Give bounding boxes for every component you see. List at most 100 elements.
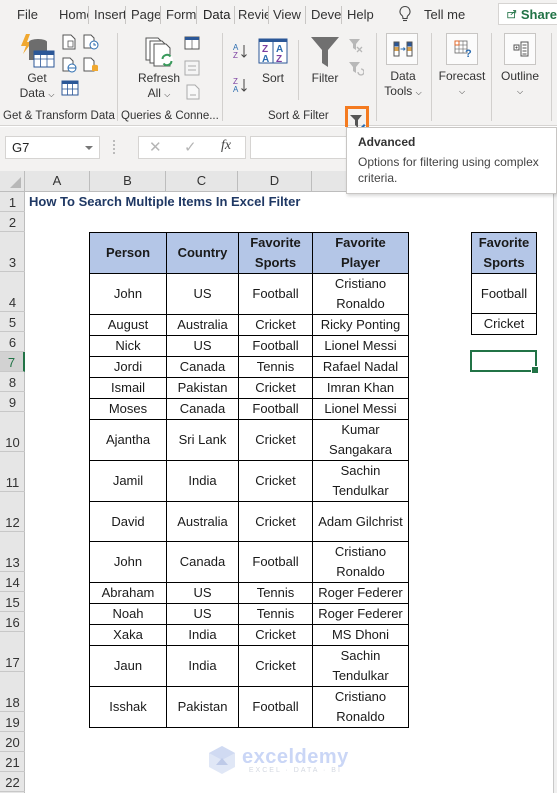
row-header-3[interactable]: 3 bbox=[0, 232, 25, 272]
cell-person[interactable]: Abraham bbox=[89, 582, 167, 604]
cell-favorite-sports[interactable]: Football bbox=[238, 541, 313, 583]
row-header-15[interactable]: 15 bbox=[0, 592, 25, 612]
tab-home[interactable]: Home bbox=[59, 6, 89, 24]
cell-favorite-player[interactable]: Cristiano Ronaldo bbox=[312, 686, 409, 728]
cell-country[interactable]: Sri Lank bbox=[166, 419, 239, 461]
cell-person[interactable]: Ajantha bbox=[89, 419, 167, 461]
cell-person[interactable]: Jaun bbox=[89, 645, 167, 687]
cell-country[interactable]: Pakistan bbox=[166, 377, 239, 399]
enter-icon[interactable]: ✓ bbox=[184, 138, 197, 156]
cell-country[interactable]: US bbox=[166, 335, 239, 357]
row-header-13[interactable]: 13 bbox=[0, 532, 25, 572]
row-header-18[interactable]: 18 bbox=[0, 672, 25, 712]
cell-person[interactable]: John bbox=[89, 541, 167, 583]
cell-favorite-player[interactable]: Cristiano Ronaldo bbox=[312, 273, 409, 315]
cell-favorite-player[interactable]: Roger Federer bbox=[312, 582, 409, 604]
from-table-icon[interactable] bbox=[61, 80, 79, 96]
chevron-down-icon[interactable] bbox=[85, 146, 93, 150]
existing-connections-icon[interactable] bbox=[83, 57, 99, 73]
cell-country[interactable]: Canada bbox=[166, 398, 239, 420]
cell-favorite-player[interactable]: Rafael Nadal bbox=[312, 356, 409, 378]
tab-developer[interactable]: Developer bbox=[311, 6, 342, 24]
cell-favorite-player[interactable]: Adam Gilchrist bbox=[312, 501, 409, 542]
name-box[interactable]: G7 bbox=[5, 136, 100, 159]
header-country[interactable]: Country bbox=[166, 232, 239, 274]
row-header-17[interactable]: 17 bbox=[0, 632, 25, 672]
row-header-8[interactable]: 8 bbox=[0, 372, 25, 392]
tab-review[interactable]: Review bbox=[238, 6, 269, 24]
cell-country[interactable]: Canada bbox=[166, 541, 239, 583]
column-header-d[interactable]: D bbox=[238, 171, 312, 191]
cell-favorite-sports[interactable]: Cricket bbox=[238, 624, 313, 646]
tab-page-layout[interactable]: Page Layout bbox=[131, 6, 161, 24]
tab-data[interactable]: Data bbox=[203, 6, 235, 24]
cell-country[interactable]: Pakistan bbox=[166, 686, 239, 728]
cell-person[interactable]: Jamil bbox=[89, 460, 167, 502]
cell-favorite-sports[interactable]: Cricket bbox=[238, 645, 313, 687]
row-header-9[interactable]: 9 bbox=[0, 392, 25, 412]
header-favorite-sports[interactable]: Favorite Sports bbox=[238, 232, 313, 274]
row-header-1[interactable]: 1 bbox=[0, 192, 25, 212]
share-button[interactable]: Share bbox=[498, 3, 557, 25]
tab-help[interactable]: Help bbox=[347, 6, 377, 24]
row-header-19[interactable]: 19 bbox=[0, 712, 25, 732]
column-header-e[interactable] bbox=[312, 171, 348, 191]
cell-country[interactable]: Australia bbox=[166, 501, 239, 542]
row-header-20[interactable]: 20 bbox=[0, 732, 25, 752]
edit-links-icon[interactable] bbox=[186, 84, 200, 100]
cell-favorite-sports[interactable]: Tennis bbox=[238, 603, 313, 625]
cell-favorite-sports[interactable]: Cricket bbox=[238, 377, 313, 399]
tab-formulas[interactable]: Formulas bbox=[166, 6, 197, 24]
cell-person[interactable]: Jordi bbox=[89, 356, 167, 378]
cell-country[interactable]: Canada bbox=[166, 356, 239, 378]
cell-person[interactable]: Noah bbox=[89, 603, 167, 625]
cell-favorite-player[interactable]: Kumar Sangakara bbox=[312, 419, 409, 461]
cell-person[interactable]: August bbox=[89, 314, 167, 336]
cell-favorite-player[interactable]: Ricky Ponting bbox=[312, 314, 409, 336]
cell-country[interactable]: Australia bbox=[166, 314, 239, 336]
worksheet[interactable]: How To Search Multiple Items In Excel Fi… bbox=[26, 192, 553, 793]
cell-favorite-player[interactable]: Roger Federer bbox=[312, 603, 409, 625]
criteria-value[interactable]: Cricket bbox=[471, 313, 537, 335]
header-favorite-player[interactable]: Favorite Player bbox=[312, 232, 409, 274]
column-header-c[interactable]: C bbox=[166, 171, 238, 191]
cell-person[interactable]: Xaka bbox=[89, 624, 167, 646]
cell-favorite-player[interactable]: Cristiano Ronaldo bbox=[312, 541, 409, 583]
properties-icon[interactable] bbox=[184, 60, 200, 76]
cell-favorite-player[interactable]: Lionel Messi bbox=[312, 335, 409, 357]
clear-filter-icon[interactable] bbox=[348, 38, 364, 54]
criteria-value[interactable]: Football bbox=[471, 273, 537, 314]
cell-favorite-sports[interactable]: Tennis bbox=[238, 356, 313, 378]
tab-file[interactable]: File bbox=[17, 6, 41, 24]
cell-favorite-player[interactable]: Lionel Messi bbox=[312, 398, 409, 420]
cell-person[interactable]: John bbox=[89, 273, 167, 315]
cell-country[interactable]: US bbox=[166, 603, 239, 625]
cell-country[interactable]: India bbox=[166, 645, 239, 687]
header-person[interactable]: Person bbox=[89, 232, 167, 274]
sort-a-to-z-icon[interactable]: A Z bbox=[232, 42, 250, 60]
cancel-icon[interactable]: ✕ bbox=[149, 138, 162, 156]
cell-favorite-player[interactable]: MS Dhoni bbox=[312, 624, 409, 646]
cell-favorite-sports[interactable]: Football bbox=[238, 335, 313, 357]
insert-function-icon[interactable]: fx bbox=[221, 138, 231, 154]
cell-country[interactable]: US bbox=[166, 582, 239, 604]
reapply-filter-icon[interactable] bbox=[348, 61, 364, 77]
row-header-14[interactable]: 14 bbox=[0, 572, 25, 592]
cell-favorite-sports[interactable]: Cricket bbox=[238, 419, 313, 461]
cell-person[interactable]: Ismail bbox=[89, 377, 167, 399]
cell-person[interactable]: Nick bbox=[89, 335, 167, 357]
tell-me-search[interactable]: Tell me bbox=[398, 4, 465, 24]
row-header-7[interactable]: 7 bbox=[0, 352, 25, 372]
row-header-10[interactable]: 10 bbox=[0, 412, 25, 452]
cell-country[interactable]: US bbox=[166, 273, 239, 315]
row-header-4[interactable]: 4 bbox=[0, 272, 25, 312]
select-all-button[interactable] bbox=[0, 171, 25, 191]
cell-favorite-sports[interactable]: Football bbox=[238, 273, 313, 315]
row-header-11[interactable]: 11 bbox=[0, 452, 25, 492]
tab-view[interactable]: View bbox=[273, 6, 306, 24]
formula-bar-resize-handle[interactable] bbox=[113, 140, 115, 154]
cell-favorite-sports[interactable]: Cricket bbox=[238, 460, 313, 502]
row-header-5[interactable]: 5 bbox=[0, 312, 25, 332]
active-cell-g7[interactable] bbox=[470, 350, 539, 374]
row-header-22[interactable]: 22 bbox=[0, 772, 25, 792]
